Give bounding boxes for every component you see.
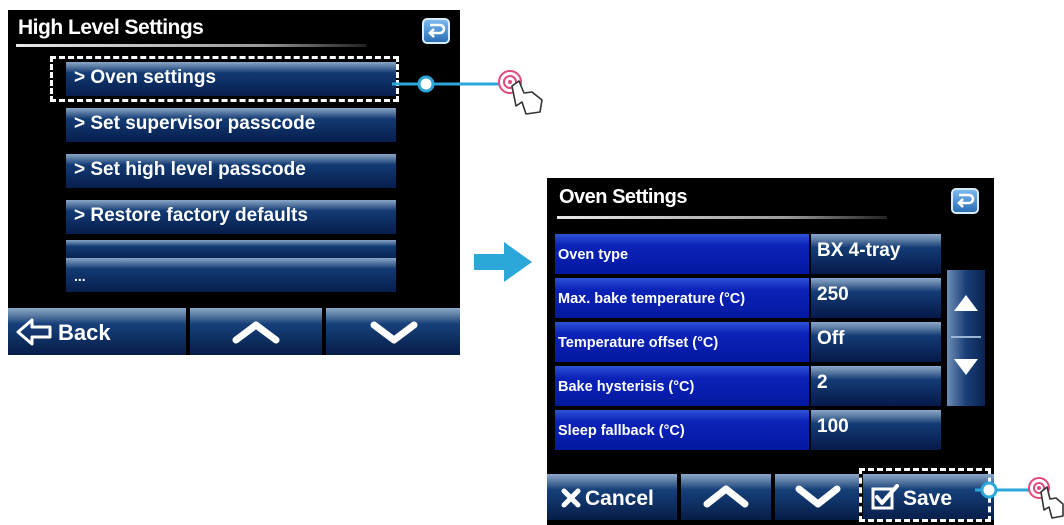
menu-item-label: > Restore factory defaults [74, 205, 308, 226]
close-icon [561, 488, 581, 508]
menu-item-set-high-level-passcode[interactable]: > Set high level passcode [66, 154, 396, 188]
chevron-up-icon [232, 321, 280, 344]
back-arrow-icon [16, 318, 52, 346]
setting-label-temperature-offset: Temperature offset (°C) [555, 322, 809, 362]
page-title: High Level Settings [18, 16, 204, 39]
cancel-label: Cancel [585, 487, 654, 510]
menu-item-empty[interactable] [66, 240, 396, 260]
selection-highlight [859, 468, 991, 522]
bottom-toolbar: Back [8, 308, 460, 355]
menu-item-set-supervisor-passcode[interactable]: > Set supervisor passcode [66, 108, 396, 142]
cancel-button[interactable]: Cancel [547, 474, 677, 520]
setting-label-max-bake-temperature: Max. bake temperature (°C) [555, 278, 809, 318]
back-label: Back [58, 320, 111, 345]
page-title: Oven Settings [559, 186, 687, 208]
chevron-down-icon [795, 485, 841, 508]
setting-label-sleep-fallback: Sleep fallback (°C) [555, 410, 809, 450]
oven-settings-screen: Oven Settings Oven type BX 4-tray Max. b… [547, 178, 994, 525]
menu-item-label: > Set high level passcode [74, 159, 306, 180]
scroll-down-button[interactable] [775, 474, 859, 520]
chevron-down-icon [370, 321, 418, 344]
setting-label-oven-type: Oven type [555, 234, 809, 274]
setting-label-bake-hysterisis: Bake hysterisis (°C) [555, 366, 809, 406]
setting-value-max-bake-temperature[interactable]: 250 [811, 278, 941, 318]
setting-value-bake-hysterisis[interactable]: 2 [811, 366, 941, 406]
scrollbar[interactable] [947, 270, 985, 406]
setting-value-oven-type[interactable]: BX 4-tray [811, 234, 941, 274]
tap-pointer-icon [392, 70, 543, 115]
back-button[interactable]: Back [8, 308, 186, 355]
title-underline [557, 216, 887, 219]
setting-value-sleep-fallback[interactable]: 100 [811, 410, 941, 450]
return-icon[interactable] [951, 188, 979, 214]
arrow-right-icon [474, 242, 532, 282]
menu-item-more[interactable]: ... [66, 258, 396, 292]
title-underline [16, 44, 366, 47]
scroll-down-button[interactable] [326, 308, 460, 355]
triangle-up-icon[interactable] [953, 294, 979, 312]
return-icon[interactable] [422, 18, 450, 44]
menu-item-label: > Set supervisor passcode [74, 113, 316, 134]
scrollbar-divider [951, 336, 981, 338]
triangle-down-icon[interactable] [953, 358, 979, 376]
scroll-up-button[interactable] [681, 474, 771, 520]
selection-highlight [50, 56, 399, 102]
setting-value-temperature-offset[interactable]: Off [811, 322, 941, 362]
menu-item-restore-factory-defaults[interactable]: > Restore factory defaults [66, 200, 396, 234]
chevron-up-icon [703, 485, 749, 508]
scroll-up-button[interactable] [190, 308, 322, 355]
tap-pointer-icon [975, 477, 1064, 519]
menu-item-label: ... [74, 268, 86, 284]
